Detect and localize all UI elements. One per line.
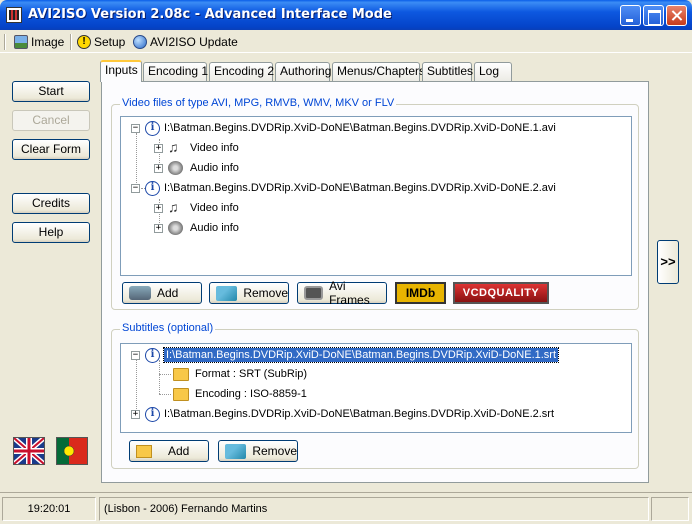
subtitle-file-tree[interactable]: − i I:\Batman.Begins.DVDRip.XviD-DoNE\Ba… [120,343,632,433]
menu-bar: Image ! Setup AVI2ISO Update [0,30,692,53]
info-icon: i [145,180,160,196]
video-info-label: Video info [190,202,239,214]
tree-node-video-info[interactable]: + ♫ Video info [154,139,239,157]
menu-update[interactable]: AVI2ISO Update [133,33,238,51]
remove-subtitle-button[interactable]: Remove [218,440,298,462]
folder-icon [173,367,189,381]
expand-icon[interactable]: + [154,223,163,233]
audio-info-label: Audio info [190,162,239,174]
status-time: 19:20:01 [2,497,96,521]
tree-node-video-info[interactable]: + ♫ Video info [154,199,239,217]
expand-icon[interactable]: + [154,143,163,153]
tree-node-video-2[interactable]: − i I:\Batman.Begins.DVDRip.XviD-DoNE\Ba… [131,179,556,197]
start-button[interactable]: Start [12,81,90,102]
remove-video-button[interactable]: Remove [209,282,289,304]
subtitle-path-label: I:\Batman.Begins.DVDRip.XviD-DoNE\Batman… [162,347,560,363]
tree-node-subtitle-2[interactable]: + i I:\Batman.Begins.DVDRip.XviD-DoNE\Ba… [131,405,554,423]
menu-setup-label: Setup [94,35,126,49]
tree-node-audio-info[interactable]: + Audio info [154,219,239,237]
title-bar[interactable]: AVI2ISO Version 2.08c - Advanced Interfa… [0,0,692,30]
tab-subtitles[interactable]: Subtitles [422,62,473,81]
collapse-icon[interactable]: − [131,183,140,193]
close-button[interactable] [666,5,687,26]
subtitle-path-label: I:\Batman.Begins.DVDRip.XviD-DoNE\Batman… [164,408,555,420]
inputs-panel: Video files of type AVI, MPG, RMVB, WMV,… [101,81,649,483]
encoding-label: Encoding : ISO-8859-1 [195,388,307,400]
tree-node-subtitle-1[interactable]: − i I:\Batman.Begins.DVDRip.XviD-DoNE\Ba… [131,346,560,364]
video-group-label: Video files of type AVI, MPG, RMVB, WMV,… [120,97,397,109]
camera-icon [129,286,151,300]
vcdquality-logo-button[interactable]: VCDQUALITY [453,282,549,304]
speaker-icon [168,221,183,235]
tree-node-encoding[interactable]: Encoding : ISO-8859-1 [173,385,307,403]
menu-grip [4,34,6,50]
credits-button[interactable]: Credits [12,193,90,214]
collapse-icon[interactable]: − [131,123,140,133]
expand-icon[interactable]: + [154,203,163,213]
help-button[interactable]: Help [12,222,90,243]
info-icon: i [145,120,160,136]
imdb-logo-button[interactable]: IMDb [395,282,446,304]
clear-form-button[interactable]: Clear Form [12,139,90,160]
video-file-tree[interactable]: − i I:\Batman.Begins.DVDRip.XviD-DoNE\Ba… [120,116,632,276]
minimize-button[interactable] [620,5,641,26]
warning-icon: ! [77,35,91,49]
video-path-label: I:\Batman.Begins.DVDRip.XviD-DoNE\Batman… [164,182,556,194]
remove-label: Remove [252,444,297,458]
menu-separator [70,34,72,50]
remove-label: Remove [243,286,288,300]
info-icon: i [145,347,160,363]
globe-icon [133,35,147,49]
subtitles-group-label: Subtitles (optional) [120,322,216,334]
subtitles-group: Subtitles (optional) − i I:\Batman.Begin… [111,322,639,469]
add-label: Add [168,444,190,458]
add-label: Add [157,286,179,300]
tab-encoding-1[interactable]: Encoding 1 [143,62,208,81]
menu-setup[interactable]: ! Setup [77,33,125,51]
audio-info-label: Audio info [190,222,239,234]
image-icon [14,35,28,49]
status-empty-cell [651,497,689,521]
avi-frames-button[interactable]: Avi Frames [297,279,387,307]
folder-icon [173,387,189,401]
camera-icon [304,286,324,300]
uk-flag-icon[interactable] [12,436,46,466]
format-label: Format : SRT (SubRip) [195,368,308,380]
video-path-label: I:\Batman.Begins.DVDRip.XviD-DoNE\Batman… [164,122,556,134]
film-reel-icon: ♫ [168,139,179,155]
tab-menus-chapters[interactable]: Menus/Chapters [332,62,425,81]
remove-files-icon [225,443,247,459]
video-files-group: Video files of type AVI, MPG, RMVB, WMV,… [111,97,639,310]
tab-authoring[interactable]: Authoring [275,62,331,81]
tree-node-audio-info[interactable]: + Audio info [154,159,239,177]
window-title: AVI2ISO Version 2.08c - Advanced Interfa… [28,7,392,22]
menu-image-label: Image [31,35,65,49]
expand-icon[interactable]: + [154,163,163,173]
menu-update-label: AVI2ISO Update [150,35,238,49]
add-subtitle-button[interactable]: Add [129,440,209,462]
menu-image[interactable]: Image [14,33,64,51]
expand-icon[interactable]: + [131,409,140,419]
tab-encoding-2[interactable]: Encoding 2 [209,62,274,81]
tab-log[interactable]: Log [474,62,512,81]
tree-node-video-1[interactable]: − i I:\Batman.Begins.DVDRip.XviD-DoNE\Ba… [131,119,556,137]
video-info-label: Video info [190,142,239,154]
add-video-button[interactable]: Add [122,282,202,304]
portugal-flag-icon[interactable] [56,437,88,465]
film-reel-icon: ♫ [168,199,179,215]
remove-files-icon [216,285,238,301]
collapse-icon[interactable]: − [131,350,140,360]
avi-frames-label: Avi Frames [329,279,370,307]
app-film-icon [6,7,22,23]
tab-inputs[interactable]: Inputs [100,60,142,82]
speaker-icon [168,161,183,175]
next-button[interactable]: >> [657,240,679,284]
info-icon: i [145,406,160,422]
status-credit: (Lisbon - 2006) Fernando Martins [99,497,649,521]
maximize-button[interactable] [643,5,664,26]
folder-icon [136,444,152,458]
cancel-button[interactable]: Cancel [12,110,90,131]
tree-node-format[interactable]: Format : SRT (SubRip) [173,365,307,383]
status-bar: 19:20:01 (Lisbon - 2006) Fernando Martin… [0,492,692,524]
